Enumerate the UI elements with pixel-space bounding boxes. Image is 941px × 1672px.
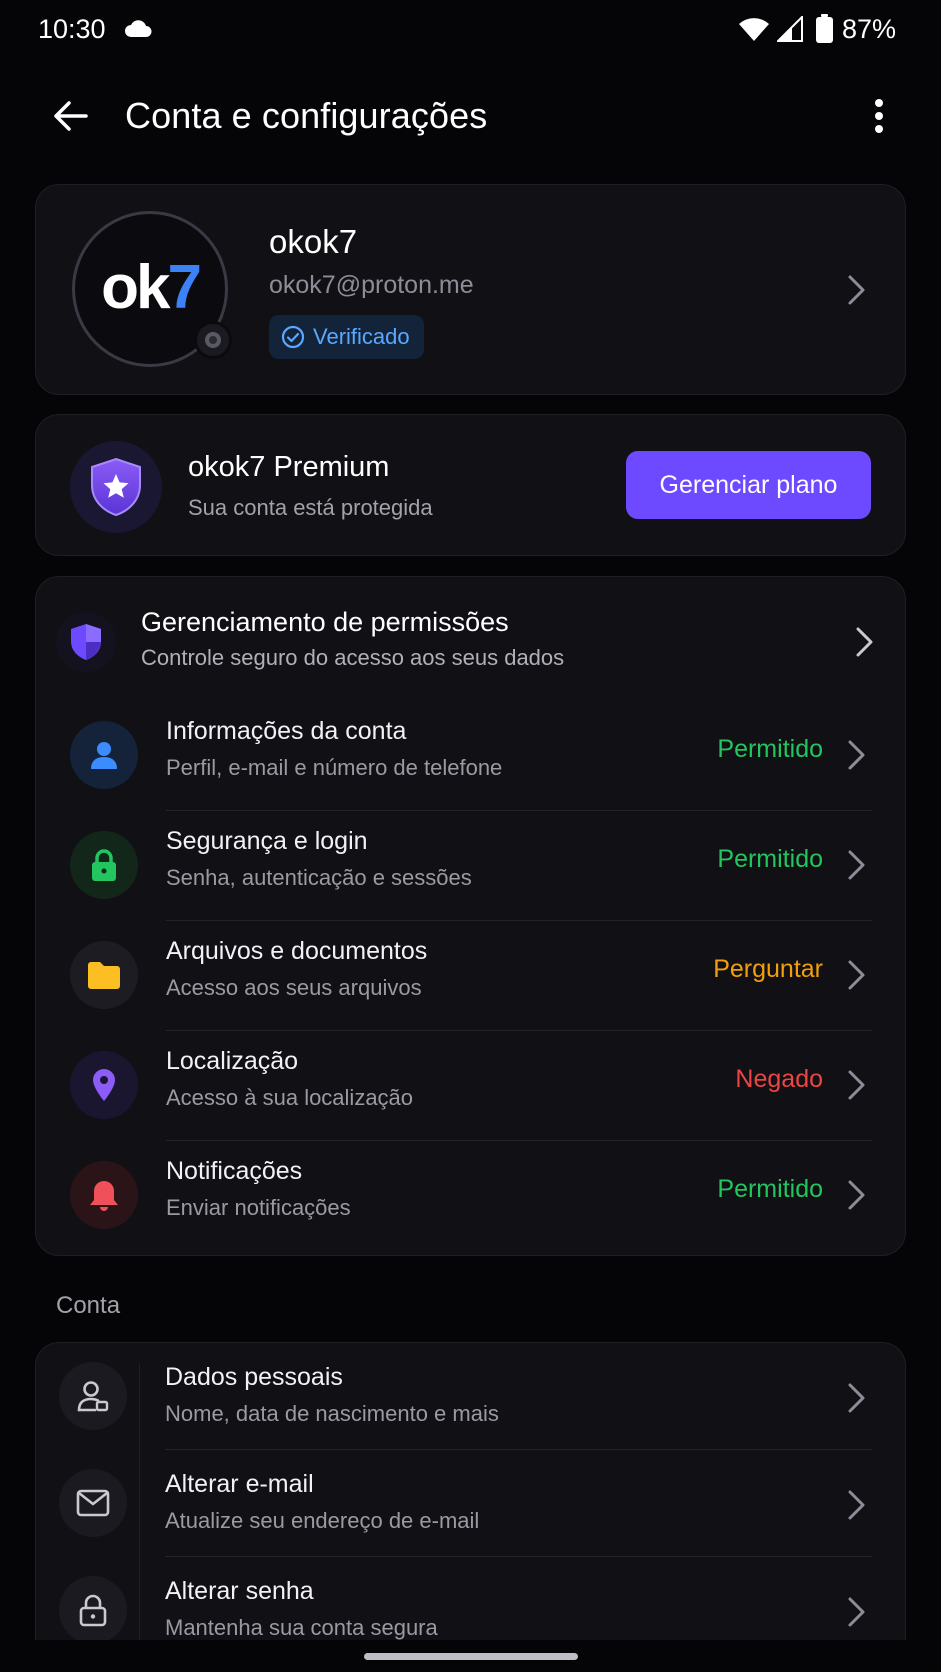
- page-title: Conta e configurações: [125, 95, 488, 136]
- more-options-button[interactable]: [862, 94, 896, 138]
- permission-status: Negado: [735, 1065, 823, 1093]
- permission-row-notifications[interactable]: Notificações Enviar notificações Permiti…: [36, 1141, 907, 1251]
- premium-shield-icon: [70, 441, 162, 533]
- home-indicator[interactable]: [364, 1653, 578, 1660]
- permission-title: Informações da conta: [166, 717, 407, 745]
- permission-row-location[interactable]: Localização Acesso à sua localização Neg…: [36, 1031, 907, 1141]
- account-row-change-email[interactable]: Alterar e-mail Atualize seu endereço de …: [36, 1450, 907, 1557]
- battery-icon: [816, 14, 833, 43]
- status-bar: 10:30 87%: [0, 0, 941, 60]
- chevron-right-icon: [848, 1490, 865, 1520]
- lock-icon: [70, 831, 138, 899]
- more-vertical-icon: [875, 99, 883, 133]
- permission-status: Perguntar: [713, 955, 823, 983]
- section-label-account: Conta: [56, 1292, 121, 1319]
- check-circle-icon: [281, 325, 305, 349]
- verified-badge: Verificado: [269, 315, 424, 359]
- avatar-logo: ok7: [101, 252, 202, 322]
- chevron-right-icon: [848, 960, 865, 990]
- premium-subtitle: Sua conta está protegida: [188, 495, 433, 520]
- premium-card: okok7 Premium Sua conta está protegida G…: [35, 414, 906, 556]
- status-time: 10:30: [38, 14, 106, 44]
- folder-icon: [70, 941, 138, 1009]
- account-row-subtitle: Mantenha sua conta segura: [165, 1615, 438, 1640]
- signal-icon: [777, 16, 803, 42]
- person-icon: [70, 721, 138, 789]
- permission-subtitle: Perfil, e-mail e número de telefone: [166, 755, 503, 780]
- account-row-title: Dados pessoais: [165, 1363, 343, 1391]
- permission-subtitle: Senha, autenticação e sessões: [166, 865, 472, 890]
- account-row-subtitle: Nome, data de nascimento e mais: [165, 1401, 499, 1426]
- wifi-icon: [739, 18, 769, 41]
- permission-row-security-login[interactable]: Segurança e login Senha, autenticação e …: [36, 811, 907, 921]
- chevron-right-icon: [848, 275, 865, 305]
- permission-title: Notificações: [166, 1157, 303, 1185]
- change-photo-button[interactable]: [194, 321, 232, 359]
- profile-card[interactable]: ok7 okok7 okok7@proton.me Verificado: [35, 184, 906, 395]
- battery-percentage: 87%: [842, 14, 897, 44]
- chevron-right-icon: [848, 740, 865, 770]
- permissions-card: Gerenciamento de permissões Controle seg…: [35, 576, 906, 1256]
- padlock-icon: [59, 1576, 127, 1644]
- permission-title: Segurança e login: [166, 827, 368, 855]
- location-pin-icon: [70, 1051, 138, 1119]
- verified-label: Verificado: [313, 324, 410, 349]
- chevron-right-icon: [848, 1383, 865, 1413]
- camera-icon: [205, 332, 221, 348]
- app-bar: Conta e configurações: [0, 80, 941, 150]
- permission-row-files[interactable]: Arquivos e documentos Acesso aos seus ar…: [36, 921, 907, 1031]
- permission-row-account-info[interactable]: Informações da conta Perfil, e-mail e nú…: [36, 701, 907, 811]
- chevron-right-icon: [848, 1070, 865, 1100]
- premium-title: okok7 Premium: [188, 451, 390, 483]
- permission-subtitle: Enviar notificações: [166, 1195, 351, 1220]
- permission-title: Localização: [166, 1047, 299, 1075]
- user-card-icon: [59, 1362, 127, 1430]
- chevron-right-icon: [848, 850, 865, 880]
- chevron-right-icon: [856, 627, 873, 657]
- cloud-icon: [125, 20, 152, 37]
- shield-icon: [56, 612, 116, 672]
- profile-email: okok7@proton.me: [269, 271, 474, 299]
- permission-status: Permitido: [717, 845, 823, 873]
- permissions-title: Gerenciamento de permissões: [141, 607, 509, 637]
- permission-status: Permitido: [717, 1175, 823, 1203]
- permissions-subtitle: Controle seguro do acesso aos seus dados: [141, 645, 565, 670]
- envelope-icon: [59, 1469, 127, 1537]
- account-row-personal-data[interactable]: Dados pessoais Nome, data de nascimento …: [36, 1343, 907, 1450]
- permission-subtitle: Acesso à sua localização: [166, 1085, 414, 1110]
- permission-title: Arquivos e documentos: [166, 937, 428, 965]
- manage-plan-button[interactable]: Gerenciar plano: [626, 451, 871, 519]
- account-row-title: Alterar e-mail: [165, 1470, 314, 1498]
- permission-subtitle: Acesso aos seus arquivos: [166, 975, 422, 1000]
- account-row-subtitle: Atualize seu endereço de e-mail: [165, 1508, 480, 1533]
- screen: 10:30 87% Conta e configurações ok7 okok…: [0, 0, 941, 1672]
- chevron-right-icon: [848, 1597, 865, 1627]
- permission-status: Permitido: [717, 735, 823, 763]
- profile-name: okok7: [269, 223, 358, 260]
- account-card: Dados pessoais Nome, data de nascimento …: [35, 1342, 906, 1672]
- arrow-left-icon: [54, 101, 88, 131]
- back-button[interactable]: [48, 94, 94, 138]
- account-row-title: Alterar senha: [165, 1577, 314, 1605]
- bell-icon: [70, 1161, 138, 1229]
- chevron-right-icon: [848, 1180, 865, 1210]
